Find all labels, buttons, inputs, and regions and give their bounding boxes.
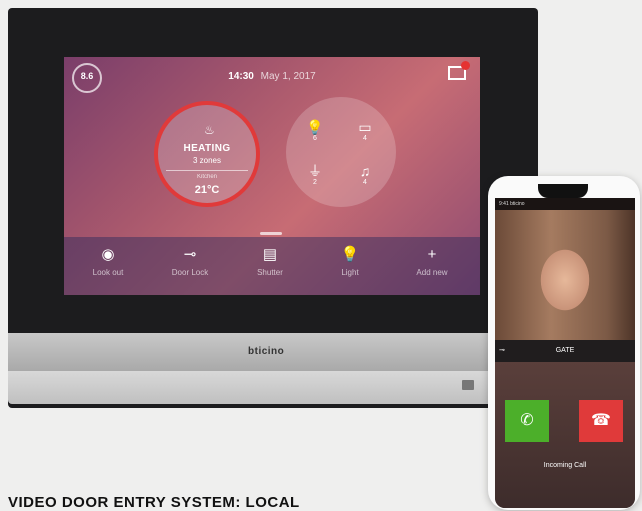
shutter-icon: ▭: [358, 119, 372, 135]
flame-icon: ♨: [204, 123, 215, 137]
device-count: 2: [313, 179, 317, 186]
nav-door-lock[interactable]: ⊸ Door Lock: [160, 245, 220, 277]
phone-screen: 9:41 bticino ⊸ GATE ✆ ☎ Incoming Call: [495, 198, 635, 508]
page-caption: VIDEO DOOR ENTRY SYSTEM: LOCAL: [8, 494, 300, 511]
time-label: 14:30: [228, 71, 254, 82]
plug-icon: ⏚: [308, 163, 322, 179]
device-lights[interactable]: 💡 6: [300, 119, 330, 142]
phone-notch: [538, 184, 588, 198]
key-icon: ⊸: [183, 246, 197, 263]
nav-label: Look out: [92, 268, 124, 277]
shutter-icon: ▤: [262, 246, 278, 263]
brand-label: bticino: [248, 346, 285, 357]
heating-room: Kitchen: [196, 174, 217, 180]
sensor-icon: [462, 380, 474, 390]
home-screen: 8.6 14:30 May 1, 2017 ♨ HEATING 3 zones …: [64, 57, 480, 295]
device-count: 4: [363, 179, 367, 186]
bottom-nav: ◉ Look out ⊸ Door Lock ▤ Shutter 💡 Light…: [64, 237, 480, 295]
nav-add-new[interactable]: + Add new: [402, 245, 462, 277]
device-music[interactable]: ♫ 4: [350, 163, 380, 186]
nav-label: Door Lock: [171, 268, 209, 277]
nav-label: Light: [341, 268, 359, 277]
device-count: 6: [313, 135, 317, 142]
decline-call-button[interactable]: ☎: [579, 400, 623, 442]
gate-bar: ⊸ GATE: [495, 340, 635, 362]
accept-call-button[interactable]: ✆: [505, 400, 549, 442]
devices-widget[interactable]: 💡 6 ▭ 4 ⏚ 2 ♫ 4: [286, 97, 396, 207]
phone-status-bar: 9:41 bticino: [495, 198, 635, 210]
nav-look-out[interactable]: ◉ Look out: [78, 245, 138, 277]
light-bulb-icon: 💡: [340, 246, 360, 263]
device-plugs[interactable]: ⏚ 2: [300, 163, 330, 186]
mail-icon[interactable]: [448, 61, 470, 80]
phone-decline-icon: ☎: [591, 412, 611, 429]
heating-zones: 3 zones: [192, 156, 222, 165]
phone-accept-icon: ✆: [520, 412, 534, 429]
visitor-video: [495, 210, 635, 340]
device-count: 4: [363, 135, 367, 142]
light-bulb-icon: 💡: [306, 119, 324, 135]
incoming-call-label: Incoming Call: [543, 462, 587, 469]
heating-temperature: 21°C: [194, 184, 220, 196]
nav-light[interactable]: 💡 Light: [320, 245, 380, 277]
plus-icon: +: [427, 246, 437, 263]
nav-label: Add new: [416, 268, 448, 277]
music-icon: ♫: [359, 163, 371, 179]
heating-divider: [166, 170, 248, 171]
eye-icon: ◉: [101, 246, 115, 263]
heating-title: HEATING: [183, 143, 231, 154]
time-bar: 14:30 May 1, 2017: [64, 71, 480, 82]
panel-foot: [8, 371, 538, 404]
device-shutters[interactable]: ▭ 4: [350, 119, 380, 142]
date-label: May 1, 2017: [260, 71, 316, 82]
drawer-handle[interactable]: [260, 232, 282, 235]
nav-shutter[interactable]: ▤ Shutter: [240, 245, 300, 277]
gate-label: GATE: [555, 347, 575, 354]
heating-widget[interactable]: ♨ HEATING 3 zones Kitchen 21°C: [154, 101, 260, 207]
nav-label: Shutter: [257, 268, 283, 277]
